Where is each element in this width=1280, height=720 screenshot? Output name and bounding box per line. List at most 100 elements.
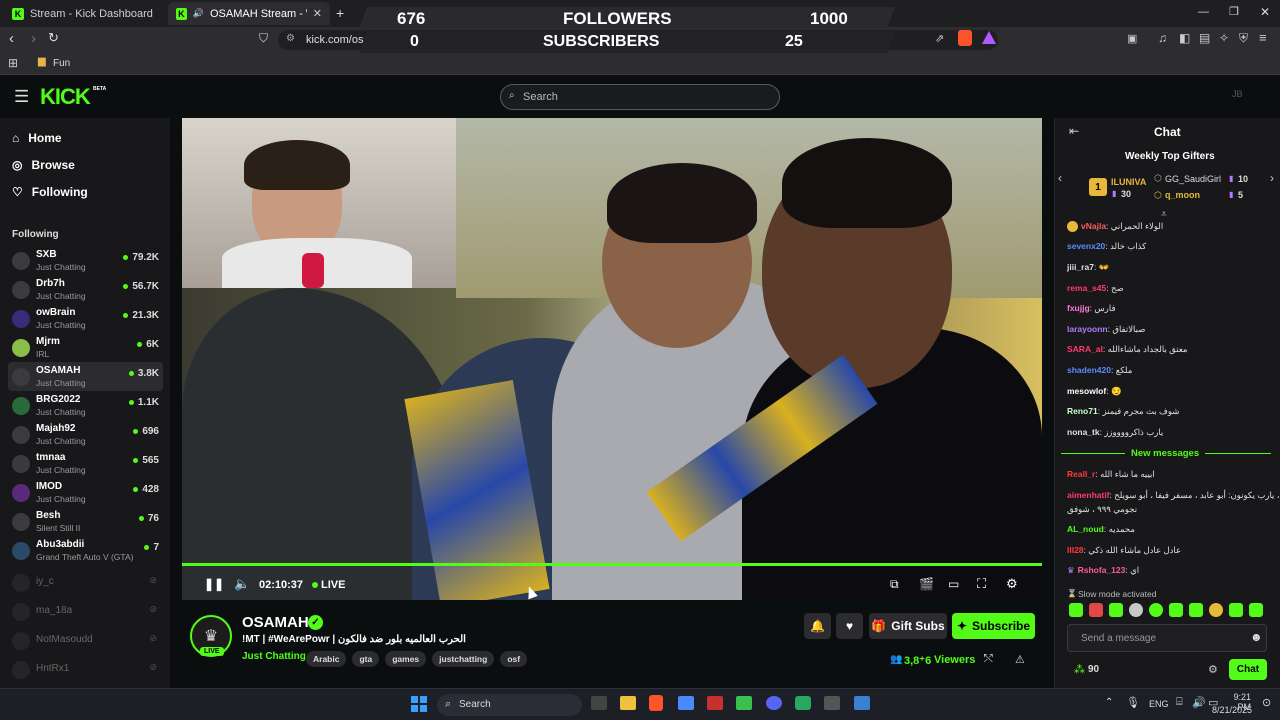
collapse-chat-icon[interactable]: ⇤ — [1069, 124, 1079, 138]
windows-start-icon[interactable] — [411, 696, 427, 712]
channel-item[interactable]: IMOD Just Chatting 428 — [8, 478, 163, 507]
sidebar-toggle-icon[interactable]: ▣ — [1127, 32, 1137, 45]
channel-item-offline[interactable]: iy_c ⊘ — [8, 568, 163, 597]
chat-username[interactable]: shaden420 — [1067, 365, 1111, 375]
tag[interactable]: games — [385, 651, 427, 667]
stream-category[interactable]: Just Chatting — [242, 651, 306, 662]
channel-item-offline[interactable]: HntRx1 ⊘ — [8, 655, 163, 684]
subscribe-button[interactable]: ✦ Subscribe — [952, 613, 1035, 639]
chat-message-input[interactable]: Send a message ☻ — [1067, 624, 1267, 652]
discord-icon[interactable] — [766, 696, 782, 710]
leo-ai-icon[interactable]: ✧ — [1219, 31, 1229, 45]
file-explorer-icon[interactable] — [620, 696, 636, 710]
emote-icon[interactable] — [1149, 603, 1163, 617]
channel-item[interactable]: BRG2022 Just Chatting 1.1K — [8, 391, 163, 420]
nav-home[interactable]: ⌂ Home — [12, 131, 62, 145]
chat-username[interactable]: Reall_r — [1067, 469, 1095, 479]
hamburger-menu-icon[interactable]: ☰ — [14, 87, 29, 107]
channel-item[interactable]: Besh Silent Still II 76 — [8, 507, 163, 536]
channel-item[interactable]: tmnaa Just Chatting 565 — [8, 449, 163, 478]
channel-item[interactable]: Abu3abdii Grand Theft Auto V (GTA) 7 — [8, 536, 163, 565]
store-icon[interactable] — [678, 696, 694, 710]
video-player[interactable] — [182, 118, 1042, 600]
bookmark-fun[interactable]: Fun — [53, 58, 70, 69]
user-avatar[interactable]: JB — [1232, 89, 1243, 99]
gifters-prev-icon[interactable]: ‹ — [1058, 171, 1062, 185]
gift-subs-button[interactable]: 🎁 Gift Subs — [869, 613, 947, 639]
report-warning-icon[interactable]: ⚠ — [1015, 653, 1025, 666]
share-icon[interactable]: ⤲ — [984, 653, 993, 666]
chat-username[interactable]: fxujjg — [1067, 303, 1090, 313]
emote-icon[interactable] — [1229, 603, 1243, 617]
settings-gear-icon[interactable]: ⚙ — [1006, 576, 1018, 592]
taskbar-search[interactable]: ⌕ Search — [437, 694, 582, 716]
volume-icon[interactable]: 🔊 — [1192, 696, 1206, 709]
chat-username[interactable]: Rshofa_123 — [1078, 565, 1126, 575]
emote-icon[interactable] — [1069, 603, 1083, 617]
tag[interactable]: osf — [500, 651, 528, 667]
volume-icon[interactable]: 🔈 — [234, 576, 250, 592]
notification-icon[interactable]: ⊙ — [1262, 696, 1271, 709]
channel-item[interactable]: owBrain Just Chatting 21.3K — [8, 304, 163, 333]
channel-item[interactable]: Drb7h Just Chatting 56.7K — [8, 275, 163, 304]
brave-browser-icon[interactable] — [649, 695, 663, 711]
tab-kick-dashboard[interactable]: K Stream - Kick Dashboard — [4, 2, 166, 25]
forward-icon[interactable]: › — [31, 30, 36, 47]
emote-icon[interactable] — [1209, 603, 1223, 617]
brave-shield-icon[interactable] — [958, 30, 972, 46]
microphone-icon[interactable]: 🎙 — [1126, 696, 1140, 709]
site-info-icon[interactable]: ⚙ — [286, 33, 295, 44]
app-icon[interactable] — [707, 696, 723, 710]
clock-date[interactable]: 8/21/2025 — [1212, 705, 1252, 715]
emote-icon[interactable] — [1129, 603, 1143, 617]
channel-item-offline[interactable]: NotMasoudd ⊘ — [8, 626, 163, 655]
new-tab-button[interactable]: + — [336, 5, 344, 21]
streamer-name[interactable]: OSAMAH — [242, 614, 309, 631]
chat-settings-icon[interactable]: ⚙ — [1208, 663, 1218, 676]
maximize-icon[interactable]: ❐ — [1229, 5, 1239, 18]
chat-send-button[interactable]: Chat — [1229, 659, 1267, 680]
app-icon[interactable] — [854, 696, 870, 710]
network-icon[interactable]: ⌸ — [1176, 696, 1183, 709]
emote-icon[interactable] — [1189, 603, 1203, 617]
wallet-icon[interactable]: ▤ — [1199, 31, 1210, 45]
chat-username[interactable]: nona_tk — [1067, 427, 1100, 437]
gifter-name[interactable]: ILUNIVA — [1111, 177, 1146, 187]
share-icon[interactable]: ⇗ — [935, 32, 944, 45]
notification-bell-button[interactable]: 🔔 — [804, 613, 831, 639]
brave-rewards-icon[interactable] — [982, 31, 996, 44]
menu-icon[interactable]: ≡ — [1259, 30, 1267, 45]
chat-username[interactable]: sevenx20 — [1067, 241, 1105, 251]
clip-icon[interactable]: 🎬 — [919, 577, 934, 591]
theater-mode-icon[interactable]: ▭ — [948, 577, 959, 591]
pause-icon[interactable]: ❚❚ — [204, 577, 224, 591]
miniplayer-icon[interactable]: ⧉ — [890, 577, 899, 592]
chat-username[interactable]: Reno71 — [1067, 406, 1098, 416]
follow-heart-button[interactable]: ♥ — [836, 613, 863, 639]
chat-username[interactable]: rema_s45 — [1067, 283, 1106, 293]
channel-item[interactable]: SXB Just Chatting 79.2K — [8, 246, 163, 275]
tray-chevron-icon[interactable]: ⌃ — [1105, 697, 1113, 708]
search-input[interactable]: ⌕ Search — [500, 84, 780, 110]
channel-item-offline[interactable]: ma_18a ⊘ — [8, 597, 163, 626]
fullscreen-icon[interactable]: ⛶ — [977, 576, 986, 592]
media-icon[interactable]: ♫ — [1158, 31, 1167, 45]
gifter-name[interactable]: q_moon — [1165, 190, 1200, 200]
emote-icon[interactable] — [1249, 603, 1263, 617]
close-window-icon[interactable]: ✕ — [1260, 5, 1270, 19]
tag[interactable]: justchatting — [432, 651, 495, 667]
app-icon[interactable] — [736, 696, 752, 710]
tag[interactable]: gta — [352, 651, 380, 667]
vpn-icon[interactable]: ⛨ — [1239, 31, 1248, 46]
channel-points-icon[interactable]: ⁂ — [1074, 663, 1085, 676]
app-icon[interactable] — [795, 696, 811, 710]
pinned-toggle-icon[interactable]: ⩡ — [1161, 209, 1167, 220]
gifters-next-icon[interactable]: › — [1270, 171, 1274, 185]
kick-logo[interactable]: KICK — [40, 84, 91, 110]
chat-username[interactable]: SARA_al — [1067, 344, 1103, 354]
channel-item-selected[interactable]: OSAMAH Just Chatting 3.8K — [8, 362, 163, 391]
gifter-name[interactable]: GG_SaudiGirl — [1165, 174, 1221, 184]
language-indicator[interactable]: ENG — [1149, 699, 1169, 709]
nav-browse[interactable]: ◎ Browse — [12, 158, 75, 172]
chat-username[interactable]: jiii_ra7 — [1067, 262, 1094, 272]
